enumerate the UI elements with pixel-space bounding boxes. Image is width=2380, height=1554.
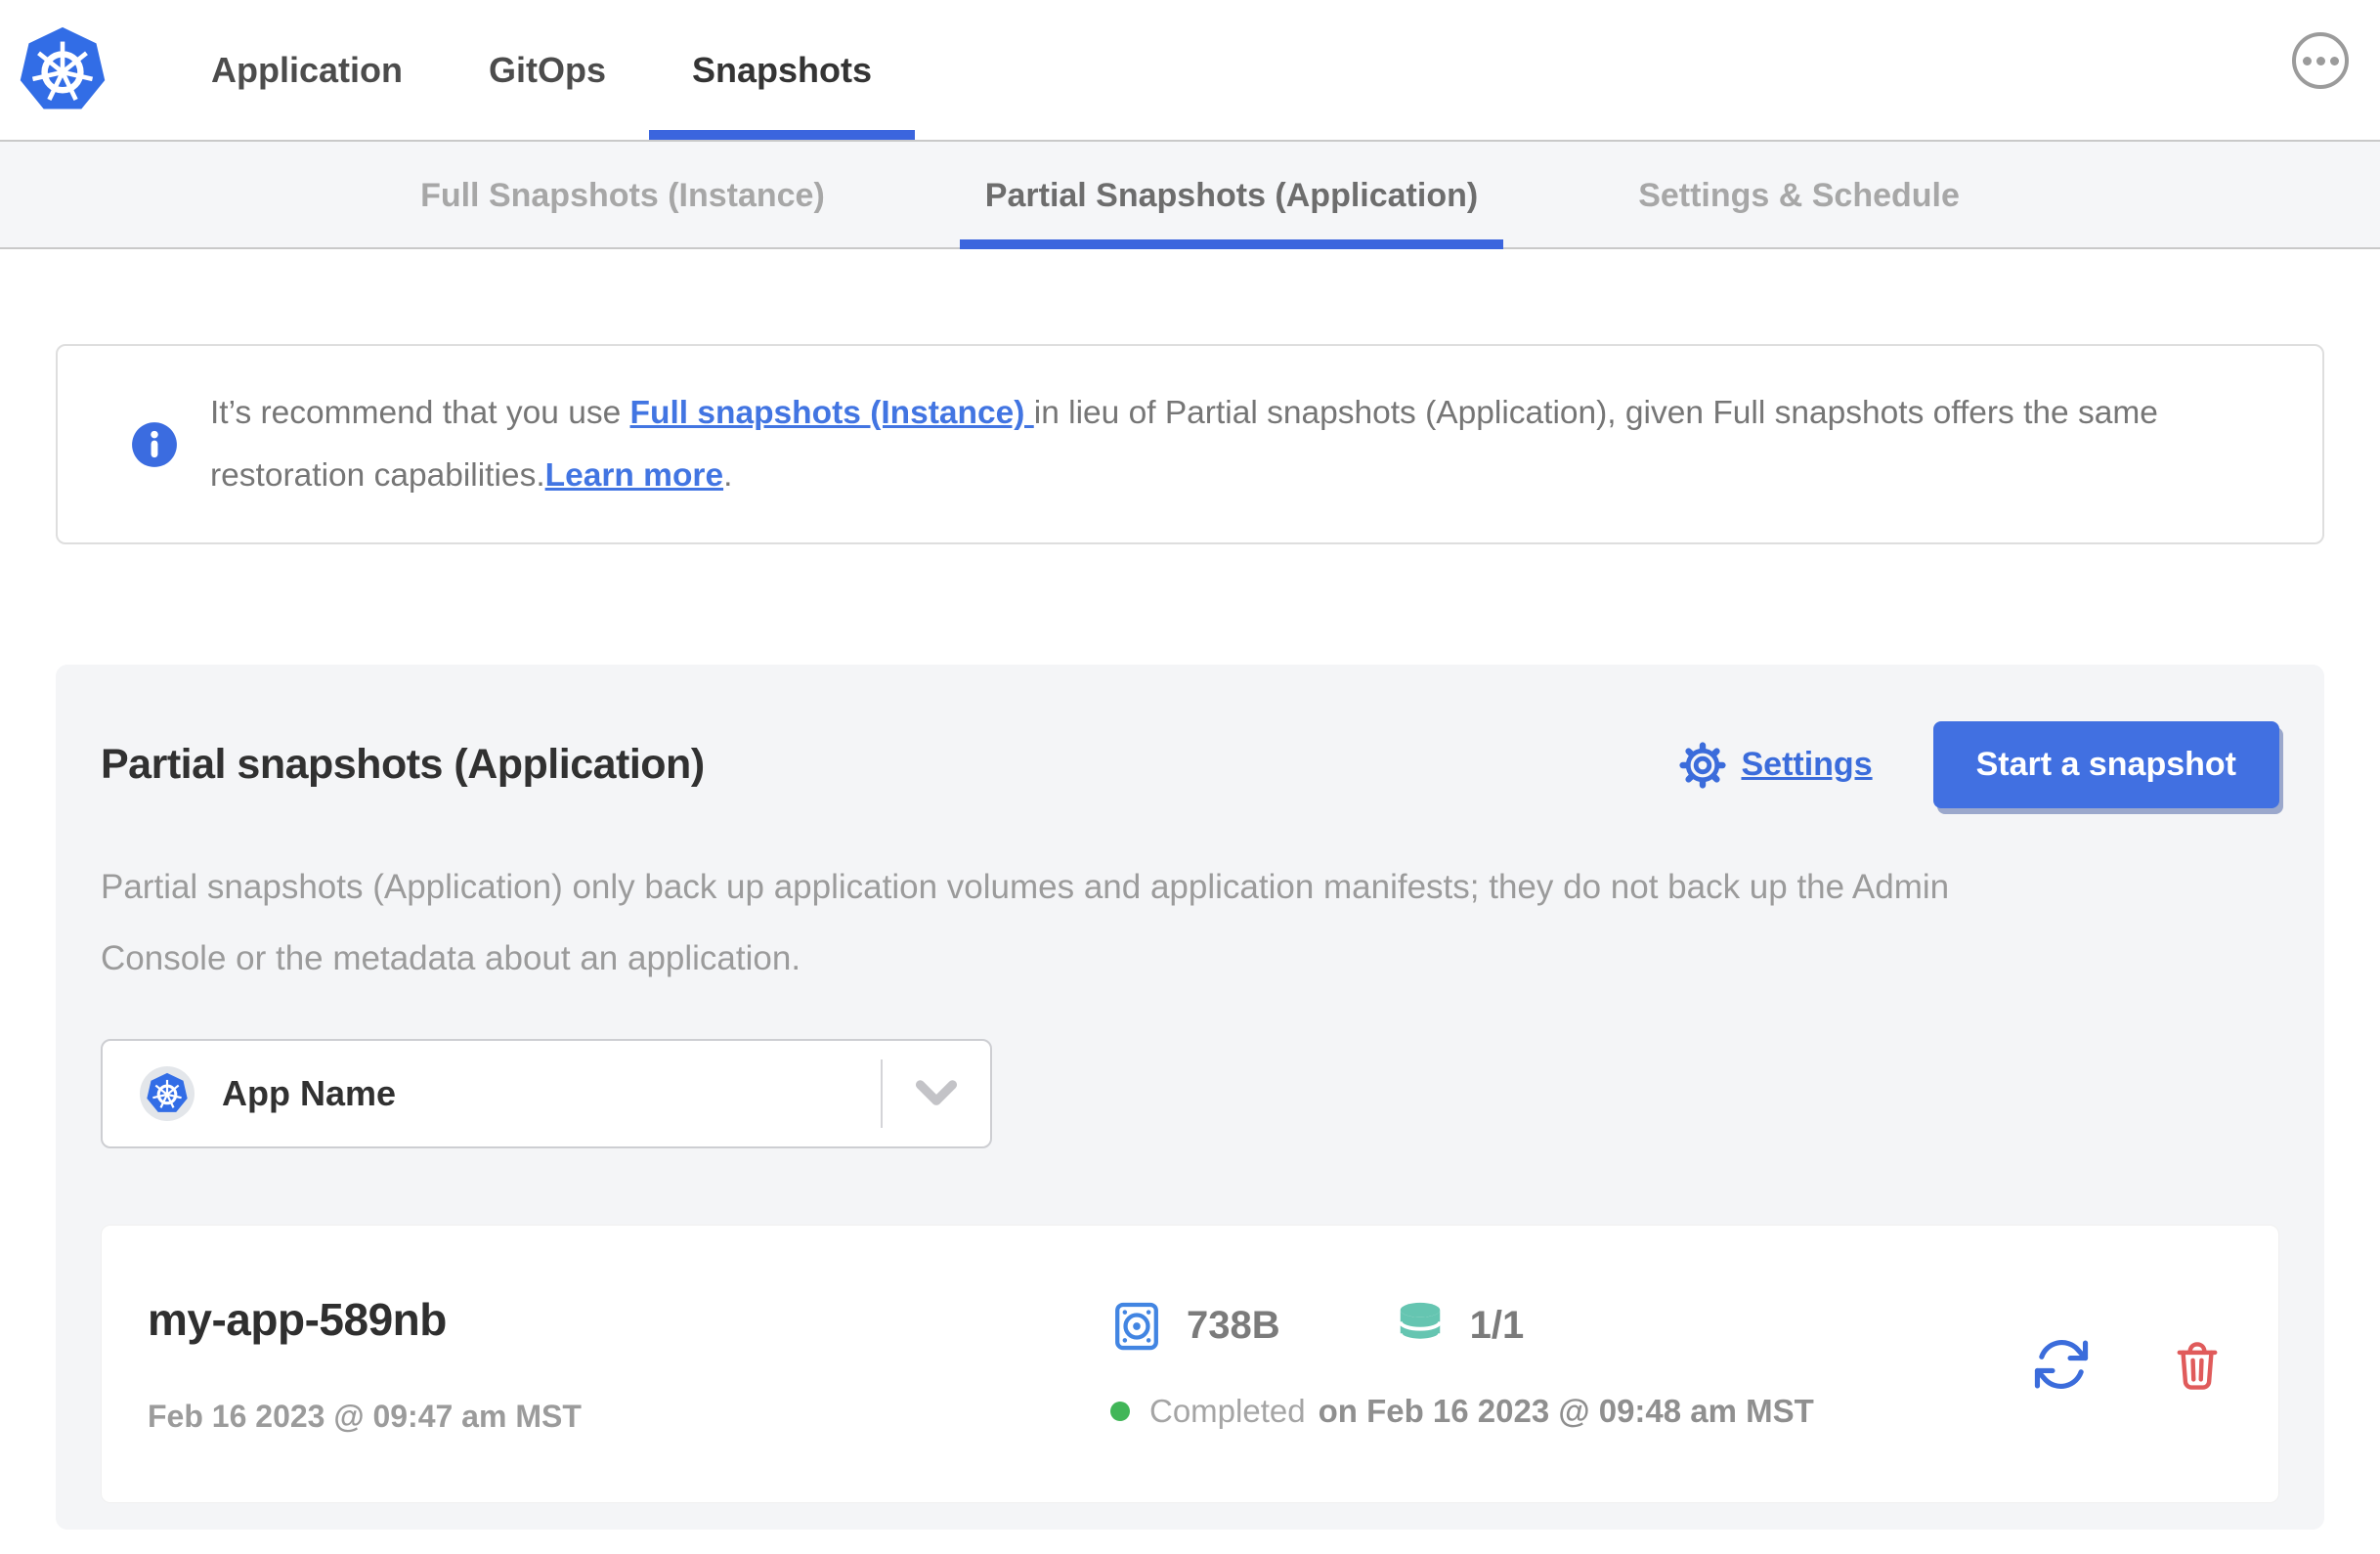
panel-header: Partial snapshots (Application) Settings… xyxy=(101,721,2279,808)
snapshot-row: my-app-589nb Feb 16 2023 @ 09:47 am MST … xyxy=(101,1225,2279,1503)
app-name-select[interactable]: App Name xyxy=(101,1039,992,1148)
banner-text: It’s recommend that you use Full snapsho… xyxy=(210,382,2264,507)
settings-link-label: Settings xyxy=(1741,746,1873,783)
volume-disk-icon xyxy=(1115,1302,1158,1350)
snapshot-details: 738B 1/1 Completed on Feb 16 2023 @ 09:4… xyxy=(1110,1299,2031,1430)
restore-snapshot-button[interactable] xyxy=(2031,1334,2092,1395)
start-snapshot-button[interactable]: Start a snapshot xyxy=(1932,721,2279,808)
snapshot-started-timestamp: Feb 16 2023 @ 09:47 am MST xyxy=(148,1399,582,1434)
page-title: Partial snapshots (Application) xyxy=(101,741,705,788)
banner-text-start: It’s recommend that you use xyxy=(210,394,630,431)
tab-snapshots[interactable]: Snapshots xyxy=(649,0,916,140)
full-snapshots-link[interactable]: Full snapshots (Instance) xyxy=(630,395,1034,431)
primary-tabs: Application GitOps Snapshots xyxy=(168,0,916,140)
snapshot-stats: 738B 1/1 xyxy=(1110,1299,2031,1354)
status-dot-icon xyxy=(1110,1401,1130,1421)
kubernetes-logo-icon xyxy=(20,26,106,109)
ellipsis-icon xyxy=(2302,56,2312,65)
delete-snapshot-button[interactable] xyxy=(2170,1337,2225,1392)
tab-partial-snapshots-application[interactable]: Partial Snapshots (Application) xyxy=(959,142,1504,249)
snapshot-settings-link[interactable]: Settings xyxy=(1679,741,1873,789)
partial-snapshots-panel: Partial snapshots (Application) Settings… xyxy=(56,665,2324,1530)
trash-icon xyxy=(2177,1341,2218,1390)
snapshot-size-stat: 738B xyxy=(1110,1299,1280,1354)
learn-more-link[interactable]: Learn more xyxy=(545,457,723,494)
snapshot-volumes-value: 1/1 xyxy=(1469,1304,1525,1347)
chevron-down-icon[interactable] xyxy=(883,1079,990,1108)
snapshots-sub-tabs: Full Snapshots (Instance) Partial Snapsh… xyxy=(0,140,2380,249)
info-icon xyxy=(132,421,177,467)
restore-sync-icon xyxy=(2034,1339,2089,1389)
status-label: Completed xyxy=(1149,1392,1306,1429)
banner-text-end: . xyxy=(723,456,733,494)
database-icon xyxy=(1398,1302,1442,1343)
kubernetes-logo xyxy=(18,0,111,140)
gear-icon xyxy=(1679,741,1727,789)
info-banner: It’s recommend that you use Full snapsho… xyxy=(56,344,2324,544)
snapshot-name: my-app-589nb xyxy=(148,1294,447,1345)
panel-description: Partial snapshots (Application) only bac… xyxy=(101,868,1950,977)
snapshot-info: my-app-589nb Feb 16 2023 @ 09:47 am MST xyxy=(148,1293,1110,1435)
overflow-menu-button[interactable] xyxy=(2292,32,2349,89)
tab-full-snapshots-instance[interactable]: Full Snapshots (Instance) xyxy=(395,142,850,249)
snapshot-actions xyxy=(2031,1334,2225,1395)
tab-application[interactable]: Application xyxy=(168,0,446,140)
app-select-value: App Name xyxy=(222,1073,397,1113)
status-completed-timestamp: on Feb 16 2023 @ 09:48 am MST xyxy=(1318,1392,1814,1429)
snapshot-size-value: 738B xyxy=(1187,1304,1280,1347)
top-nav: Application GitOps Snapshots xyxy=(0,0,2380,140)
snapshot-volumes-stat: 1/1 xyxy=(1394,1299,1525,1354)
tab-gitops[interactable]: GitOps xyxy=(446,0,649,140)
panel-header-actions: Settings Start a snapshot xyxy=(1679,721,2279,808)
snapshot-status: Completed on Feb 16 2023 @ 09:48 am MST xyxy=(1110,1393,2031,1430)
app-kubernetes-icon xyxy=(140,1066,195,1121)
tab-settings-schedule[interactable]: Settings & Schedule xyxy=(1613,142,1985,249)
